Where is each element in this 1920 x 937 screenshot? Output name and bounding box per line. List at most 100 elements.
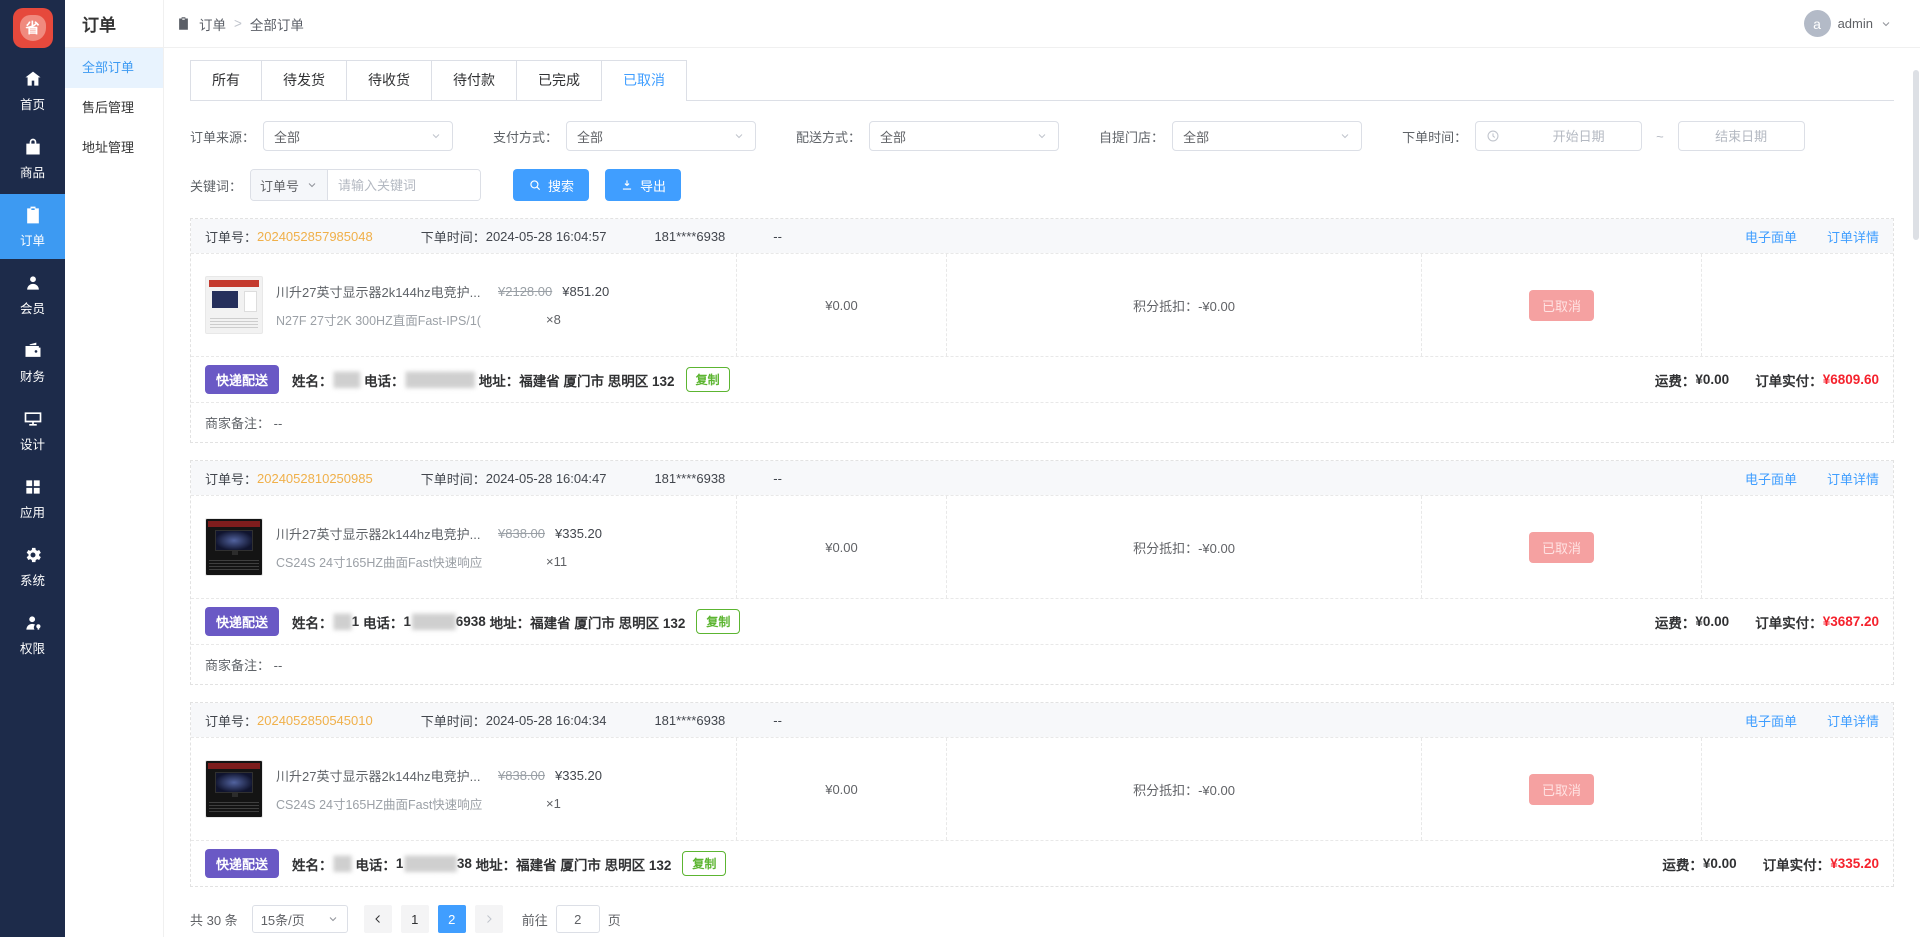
end-date-input[interactable] xyxy=(1678,121,1805,151)
receiver-name-label: 姓名： xyxy=(292,370,333,390)
receiver-phone-label: 电话： xyxy=(363,612,404,632)
product-info: 川升27英寸显示器2k144hz电竞护... ¥2128.00 ¥851.20 … xyxy=(276,282,722,329)
receiver-phone-prefix: 1 xyxy=(403,614,411,629)
keyword-type-select[interactable]: 订单号 xyxy=(251,170,328,200)
order-no-label: 订单号： xyxy=(205,469,257,488)
pay-method-select[interactable]: 全部 xyxy=(566,121,756,151)
sidebar-item-apps[interactable]: 应用 xyxy=(0,466,65,531)
member-icon xyxy=(23,273,43,293)
sidebar-item-home[interactable]: 首页 xyxy=(0,58,65,123)
search-button[interactable]: 搜索 xyxy=(513,169,589,201)
product-title: 川升27英寸显示器2k144hz电竞护... xyxy=(276,282,488,301)
jump-page-input[interactable] xyxy=(556,905,600,933)
sidebar-item-permission[interactable]: 权限 xyxy=(0,602,65,667)
sidebar-item-order[interactable]: 订单 xyxy=(0,194,65,259)
delivery-info: 姓名： ██ 1 电话： 1 █████ 6938 地址： 福建省 厦门市 思明… xyxy=(292,612,685,632)
order-detail-link[interactable]: 订单详情 xyxy=(1827,711,1879,730)
empty-cell xyxy=(1701,738,1893,840)
start-date-input[interactable] xyxy=(1475,121,1642,151)
user-name: admin xyxy=(1838,16,1873,31)
product-qty: ×1 xyxy=(546,796,561,811)
delivery-method-select[interactable]: 全部 xyxy=(869,121,1059,151)
order-note: -- xyxy=(773,471,782,486)
start-date-field[interactable] xyxy=(1526,129,1631,144)
pickup-store-select[interactable]: 全部 xyxy=(1172,121,1362,151)
order-totals: 运费： ¥0.00 订单实付： ¥335.20 xyxy=(1662,854,1879,874)
copy-button[interactable]: 复制 xyxy=(682,851,726,876)
search-icon xyxy=(528,178,542,192)
keyword-input[interactable] xyxy=(328,170,480,200)
order-source-select[interactable]: 全部 xyxy=(263,121,453,151)
permission-icon xyxy=(23,613,43,633)
receiver-phone-redacted: ████████ xyxy=(405,372,474,387)
tab-cancelled[interactable]: 已取消 xyxy=(602,60,687,100)
tab-to-receive[interactable]: 待收货 xyxy=(347,60,432,100)
sidebar-item-system[interactable]: 系统 xyxy=(0,534,65,599)
filter-pay-method: 支付方式： 全部 xyxy=(493,121,756,151)
buyer-phone: 181****6938 xyxy=(654,713,725,728)
sidebar-item-label: 商品 xyxy=(20,162,45,181)
submenu-panel: 订单 全部订单 售后管理 地址管理 xyxy=(65,0,164,937)
apps-icon xyxy=(23,477,43,497)
chevron-right-icon xyxy=(483,913,495,925)
date-range-separator: ~ xyxy=(1656,129,1664,144)
product-title: 川升27英寸显示器2k144hz电竞护... xyxy=(276,766,488,785)
chevron-down-icon xyxy=(1036,130,1048,142)
order-detail-link[interactable]: 订单详情 xyxy=(1827,469,1879,488)
receiver-phone-redacted: ██████ xyxy=(404,856,455,871)
copy-button[interactable]: 复制 xyxy=(696,609,740,634)
order-time: 2024-05-28 16:04:47 xyxy=(486,471,607,486)
remark-value: -- xyxy=(274,416,283,431)
receiver-name: 1 xyxy=(352,614,360,629)
breadcrumb-item[interactable]: 订单 xyxy=(199,14,226,34)
product-info: 川升27英寸显示器2k144hz电竞护... ¥838.00 ¥335.20 C… xyxy=(276,766,722,813)
search-button-label: 搜索 xyxy=(548,176,574,195)
tab-completed[interactable]: 已完成 xyxy=(517,60,602,100)
sidebar-item-label: 权限 xyxy=(20,638,45,657)
tab-all[interactable]: 所有 xyxy=(190,60,262,100)
page-button-2[interactable]: 2 xyxy=(438,905,466,933)
submenu-item-address[interactable]: 地址管理 xyxy=(65,128,163,168)
order-body: 川升27英寸显示器2k144hz电竞护... ¥838.00 ¥335.20 C… xyxy=(191,495,1893,599)
chevron-down-icon xyxy=(1880,18,1892,30)
receiver-address: 福建省 厦门市 思明区 132 xyxy=(519,370,674,390)
sidebar-item-member[interactable]: 会员 xyxy=(0,262,65,327)
filter-row: 订单来源： 全部 支付方式： 全部 配送方式： 全部 xyxy=(190,121,1894,151)
export-button[interactable]: 导出 xyxy=(605,169,681,201)
prev-page-button[interactable] xyxy=(364,905,392,933)
end-date-field[interactable] xyxy=(1689,129,1794,144)
tab-to-pay[interactable]: 待付款 xyxy=(432,60,517,100)
next-page-button[interactable] xyxy=(475,905,503,933)
filter-label: 自提门店： xyxy=(1099,127,1164,146)
product-info: 川升27英寸显示器2k144hz电竞护... ¥838.00 ¥335.20 C… xyxy=(276,524,722,571)
sidebar-item-label: 订单 xyxy=(20,230,45,249)
page-button-1[interactable]: 1 xyxy=(401,905,429,933)
sidebar-item-finance[interactable]: 财务 xyxy=(0,330,65,395)
design-icon xyxy=(23,409,43,429)
sidebar-item-design[interactable]: 设计 xyxy=(0,398,65,463)
copy-button[interactable]: 复制 xyxy=(686,367,730,392)
e-waybill-link[interactable]: 电子面单 xyxy=(1745,469,1797,488)
product-spec: N27F 27寸2K 300HZ直面Fast-IPS/1( xyxy=(276,310,514,329)
order-card: 订单号： 2024052850545010 下单时间： 2024-05-28 1… xyxy=(190,702,1894,887)
product-qty: ×11 xyxy=(546,554,567,569)
submenu-item-aftersale[interactable]: 售后管理 xyxy=(65,88,163,128)
scrollbar[interactable] xyxy=(1913,70,1919,240)
app-root: 省 首页 商品 订单 会员 财务 设计 应用 xyxy=(0,0,1920,937)
pay-amount-cell: ¥0.00 xyxy=(736,738,946,840)
sidebar-item-label: 系统 xyxy=(20,570,45,589)
freight-label: 运费： xyxy=(1655,612,1696,632)
product-cell: 川升27英寸显示器2k144hz电竞护... ¥2128.00 ¥851.20 … xyxy=(191,254,736,356)
e-waybill-link[interactable]: 电子面单 xyxy=(1745,227,1797,246)
order-detail-link[interactable]: 订单详情 xyxy=(1827,227,1879,246)
page-size-select[interactable]: 15条/页 xyxy=(252,905,348,933)
tab-to-ship[interactable]: 待发货 xyxy=(262,60,347,100)
receiver-phone-label: 电话： xyxy=(355,854,396,874)
e-waybill-link[interactable]: 电子面单 xyxy=(1745,711,1797,730)
user-menu[interactable]: a admin xyxy=(1804,10,1892,37)
receiver-address-label: 地址： xyxy=(490,612,531,632)
avatar: a xyxy=(1804,10,1831,37)
submenu-item-all-orders[interactable]: 全部订单 xyxy=(65,48,163,88)
remark-label: 商家备注： xyxy=(205,416,270,431)
sidebar-item-product[interactable]: 商品 xyxy=(0,126,65,191)
